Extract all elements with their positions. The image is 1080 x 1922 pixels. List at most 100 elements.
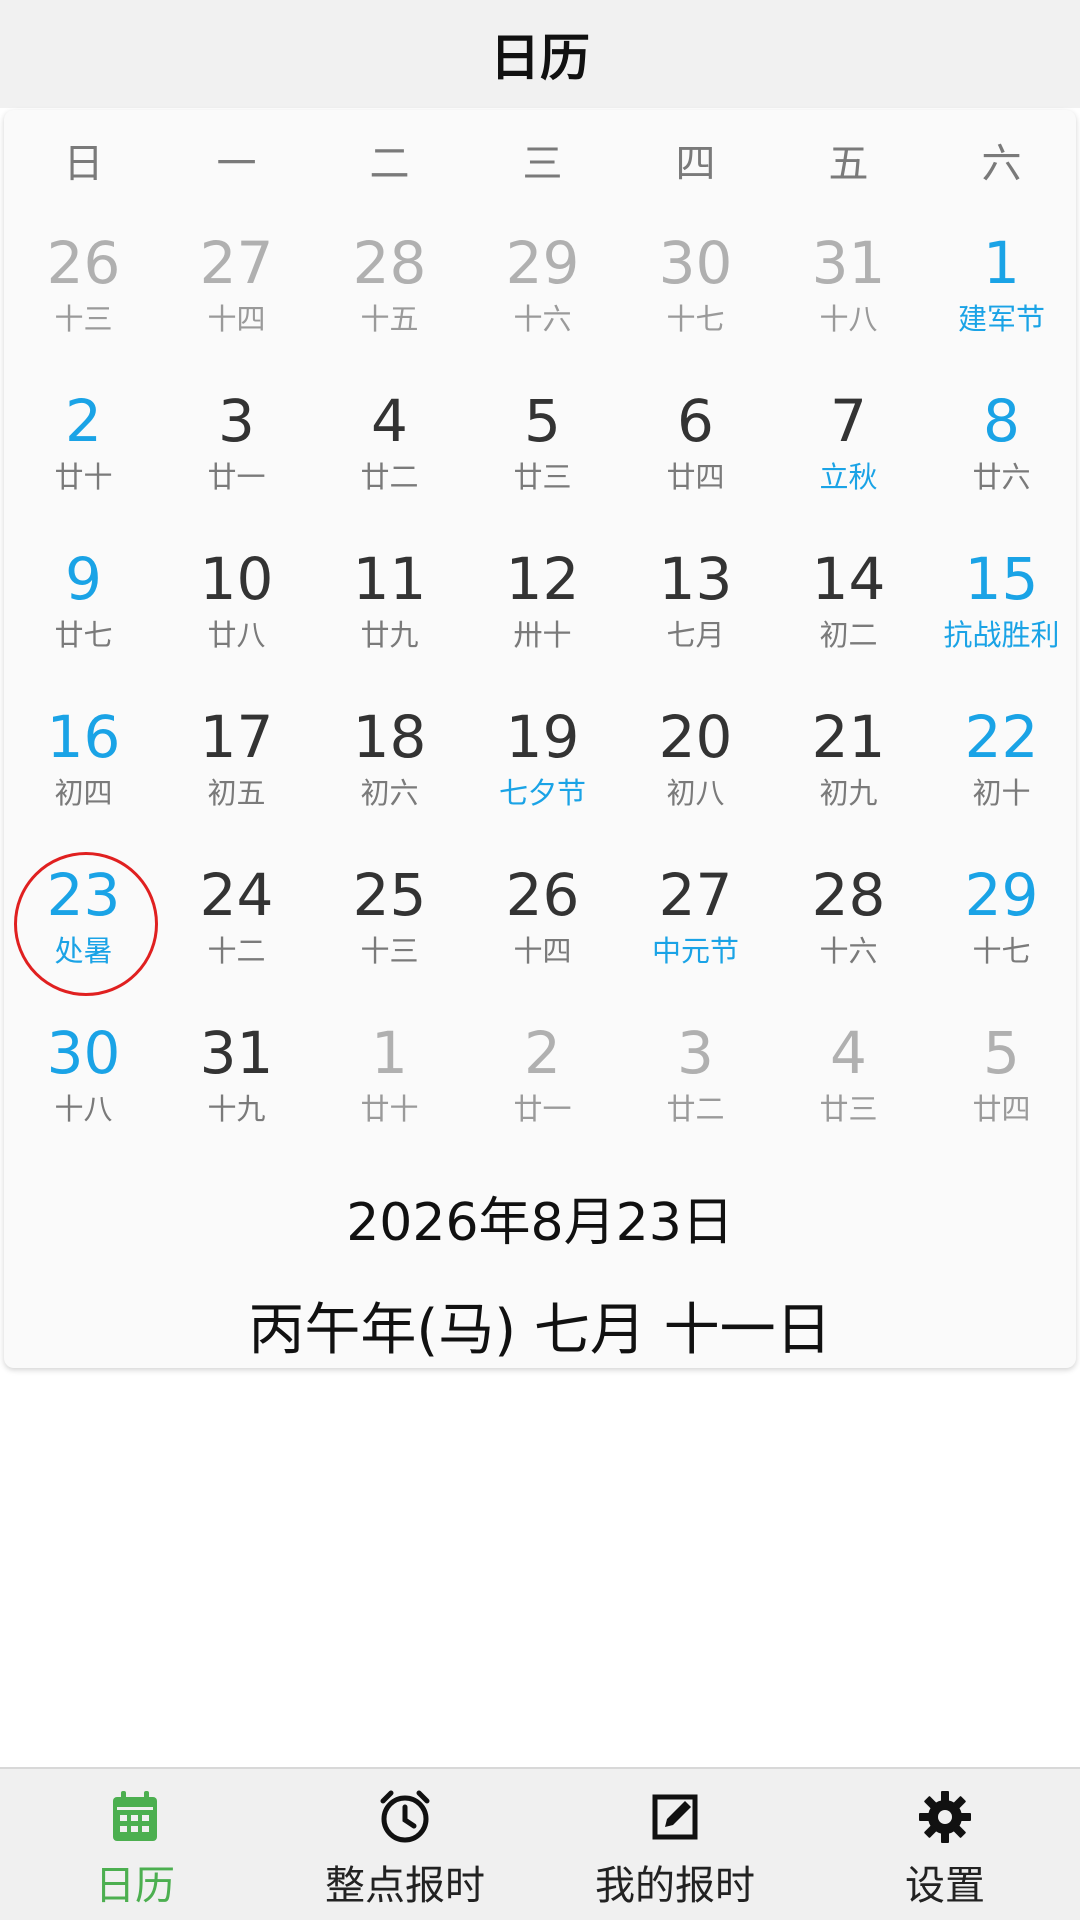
weekday-tue: 二 xyxy=(369,141,410,187)
day-number: 1 xyxy=(983,229,1020,297)
tab-hourly-chime-label: 整点报时 xyxy=(325,1863,485,1909)
day-lunar-label: 十二 xyxy=(207,934,266,968)
day-number: 26 xyxy=(505,861,580,929)
calendar-day[interactable]: 17 初五 xyxy=(160,684,313,842)
calendar-day[interactable]: 18 初六 xyxy=(313,684,466,842)
calendar-day[interactable]: 22 初十 xyxy=(925,684,1078,842)
calendar-day[interactable]: 16 初四 xyxy=(7,684,160,842)
calendar-day[interactable]: 24 十二 xyxy=(160,842,313,1000)
day-number: 5 xyxy=(524,387,561,455)
calendar-day-selected[interactable]: 23 处暑 xyxy=(7,842,160,1000)
day-number: 4 xyxy=(830,1019,867,1087)
day-number: 28 xyxy=(352,229,427,297)
calendar-day[interactable]: 25 十三 xyxy=(313,842,466,1000)
day-lunar-label: 廿六 xyxy=(972,460,1031,494)
day-lunar-label: 廿一 xyxy=(207,460,266,494)
calendar-day[interactable]: 29 十六 xyxy=(466,210,619,368)
alarm-clock-icon xyxy=(380,1790,430,1843)
bottom-nav: 日历 整点报时 我的报时 设置 xyxy=(0,1767,1080,1920)
day-lunar-label: 廿三 xyxy=(513,460,572,494)
calendar-day[interactable]: 11 廿九 xyxy=(313,526,466,684)
day-number: 29 xyxy=(505,229,580,297)
day-lunar-label: 初四 xyxy=(54,776,113,810)
day-number: 4 xyxy=(371,387,408,455)
selected-lunar-date: 丙午年(马) 七月 十一日 xyxy=(248,1298,832,1363)
calendar-day[interactable]: 29 十七 xyxy=(925,842,1078,1000)
calendar-day[interactable]: 21 初九 xyxy=(772,684,925,842)
day-lunar-label: 廿十 xyxy=(54,460,113,494)
calendar-day[interactable]: 4 廿三 xyxy=(772,1000,925,1158)
day-lunar-label: 十六 xyxy=(513,302,572,336)
day-number: 15 xyxy=(964,545,1039,613)
weekday-header-row: 日 一 二 三 四 五 六 xyxy=(4,110,1076,210)
day-lunar-label: 十八 xyxy=(819,302,878,336)
day-festival-label: 中元节 xyxy=(651,934,739,968)
weekday-sun: 日 xyxy=(63,141,104,187)
tab-my-chime[interactable]: 我的报时 xyxy=(540,1769,810,1922)
day-number: 3 xyxy=(677,1019,714,1087)
day-lunar-label: 十三 xyxy=(54,302,113,336)
calendar-day[interactable]: 27 中元节 xyxy=(619,842,772,1000)
day-number: 13 xyxy=(658,545,733,613)
selected-date: 2026年8月23日 xyxy=(346,1193,734,1253)
calendar-day[interactable]: 9 廿七 xyxy=(7,526,160,684)
day-number: 30 xyxy=(46,1019,121,1087)
tab-calendar[interactable]: 日历 xyxy=(0,1769,270,1922)
tab-hourly-chime[interactable]: 整点报时 xyxy=(270,1769,540,1922)
calendar-day[interactable]: 3 廿一 xyxy=(160,368,313,526)
day-lunar-label: 十四 xyxy=(513,934,572,968)
day-number: 30 xyxy=(658,229,733,297)
day-lunar-label: 廿一 xyxy=(513,1092,572,1126)
day-festival-label: 立秋 xyxy=(819,460,878,494)
day-number: 8 xyxy=(983,387,1020,455)
day-number: 12 xyxy=(505,545,580,613)
calendar-day[interactable]: 15 抗战胜利 xyxy=(925,526,1078,684)
calendar-day[interactable]: 6 廿四 xyxy=(619,368,772,526)
calendar-day[interactable]: 30 十七 xyxy=(619,210,772,368)
weekday-wed: 三 xyxy=(522,141,563,187)
day-number: 28 xyxy=(811,861,886,929)
day-number: 27 xyxy=(199,229,274,297)
day-number: 31 xyxy=(199,1019,274,1087)
calendar-day[interactable]: 31 十九 xyxy=(160,1000,313,1158)
gear-icon xyxy=(919,1791,971,1843)
day-number: 21 xyxy=(811,703,886,771)
calendar-day[interactable]: 14 初二 xyxy=(772,526,925,684)
day-number: 25 xyxy=(352,861,427,929)
day-number: 18 xyxy=(352,703,427,771)
calendar-day[interactable]: 1 建军节 xyxy=(925,210,1078,368)
day-lunar-label: 廿七 xyxy=(54,618,113,652)
page-title: 日历 xyxy=(490,29,590,87)
calendar-day[interactable]: 2 廿一 xyxy=(466,1000,619,1158)
day-lunar-label: 十四 xyxy=(207,302,266,336)
day-number: 10 xyxy=(199,545,274,613)
weekday-mon: 一 xyxy=(216,141,257,187)
day-lunar-label: 廿二 xyxy=(360,460,419,494)
calendar-day[interactable]: 30 十八 xyxy=(7,1000,160,1158)
calendar-day[interactable]: 10 廿八 xyxy=(160,526,313,684)
tab-settings[interactable]: 设置 xyxy=(810,1769,1080,1922)
calendar-day[interactable]: 3 廿二 xyxy=(619,1000,772,1158)
calendar-day[interactable]: 26 十三 xyxy=(7,210,160,368)
calendar-day[interactable]: 2 廿十 xyxy=(7,368,160,526)
day-number: 2 xyxy=(65,387,102,455)
calendar-day[interactable]: 28 十五 xyxy=(313,210,466,368)
calendar-day[interactable]: 31 十八 xyxy=(772,210,925,368)
day-lunar-label: 十六 xyxy=(819,934,878,968)
calendar-day[interactable]: 28 十六 xyxy=(772,842,925,1000)
calendar-day[interactable]: 1 廿十 xyxy=(313,1000,466,1158)
calendar-day[interactable]: 12 卅十 xyxy=(466,526,619,684)
calendar-day[interactable]: 5 廿三 xyxy=(466,368,619,526)
calendar-day[interactable]: 26 十四 xyxy=(466,842,619,1000)
edit-note-icon xyxy=(652,1794,698,1840)
calendar-day[interactable]: 13 七月 xyxy=(619,526,772,684)
day-lunar-label: 十七 xyxy=(972,934,1031,968)
calendar-day[interactable]: 20 初八 xyxy=(619,684,772,842)
calendar-day[interactable]: 8 廿六 xyxy=(925,368,1078,526)
calendar-day[interactable]: 27 十四 xyxy=(160,210,313,368)
calendar-day[interactable]: 19 七夕节 xyxy=(466,684,619,842)
calendar-day[interactable]: 5 廿四 xyxy=(925,1000,1078,1158)
calendar-day[interactable]: 4 廿二 xyxy=(313,368,466,526)
calendar-day[interactable]: 7 立秋 xyxy=(772,368,925,526)
day-number: 24 xyxy=(199,861,274,929)
